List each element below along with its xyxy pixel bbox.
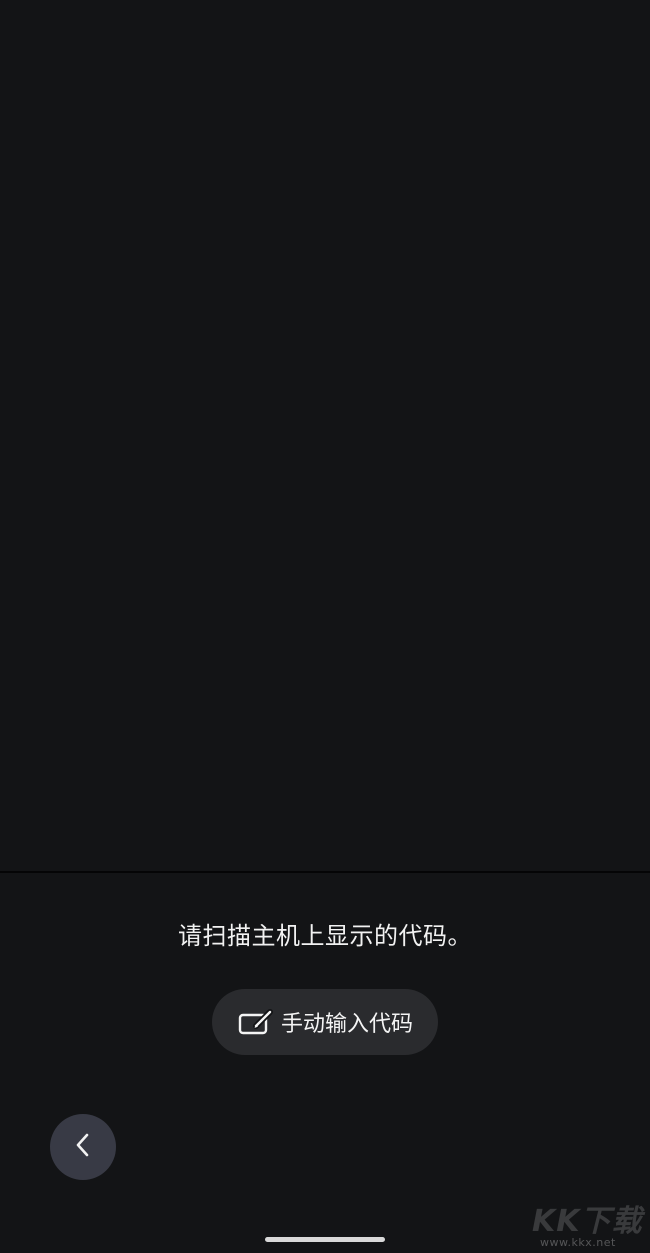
manual-entry-label: 手动输入代码 (280, 1012, 413, 1037)
scan-code-screen: 请扫描主机上显示的代码。 手动输入代码 KK下载 www.kkx.net (0, 0, 650, 1253)
watermark: KK下载 www.kkx.net (532, 1196, 644, 1252)
watermark-logo: KK下载 (532, 1204, 643, 1239)
home-indicator (265, 1237, 385, 1242)
instruction-text: 请扫描主机上显示的代码。 (178, 922, 472, 950)
manual-entry-button[interactable]: 手动输入代码 (212, 989, 438, 1055)
edit-icon (237, 1007, 275, 1037)
camera-viewfinder (0, 0, 650, 871)
chevron-left-icon (73, 1131, 93, 1163)
back-button[interactable] (50, 1114, 116, 1180)
watermark-url: www.kkx.net (540, 1236, 616, 1249)
divider (0, 871, 650, 873)
